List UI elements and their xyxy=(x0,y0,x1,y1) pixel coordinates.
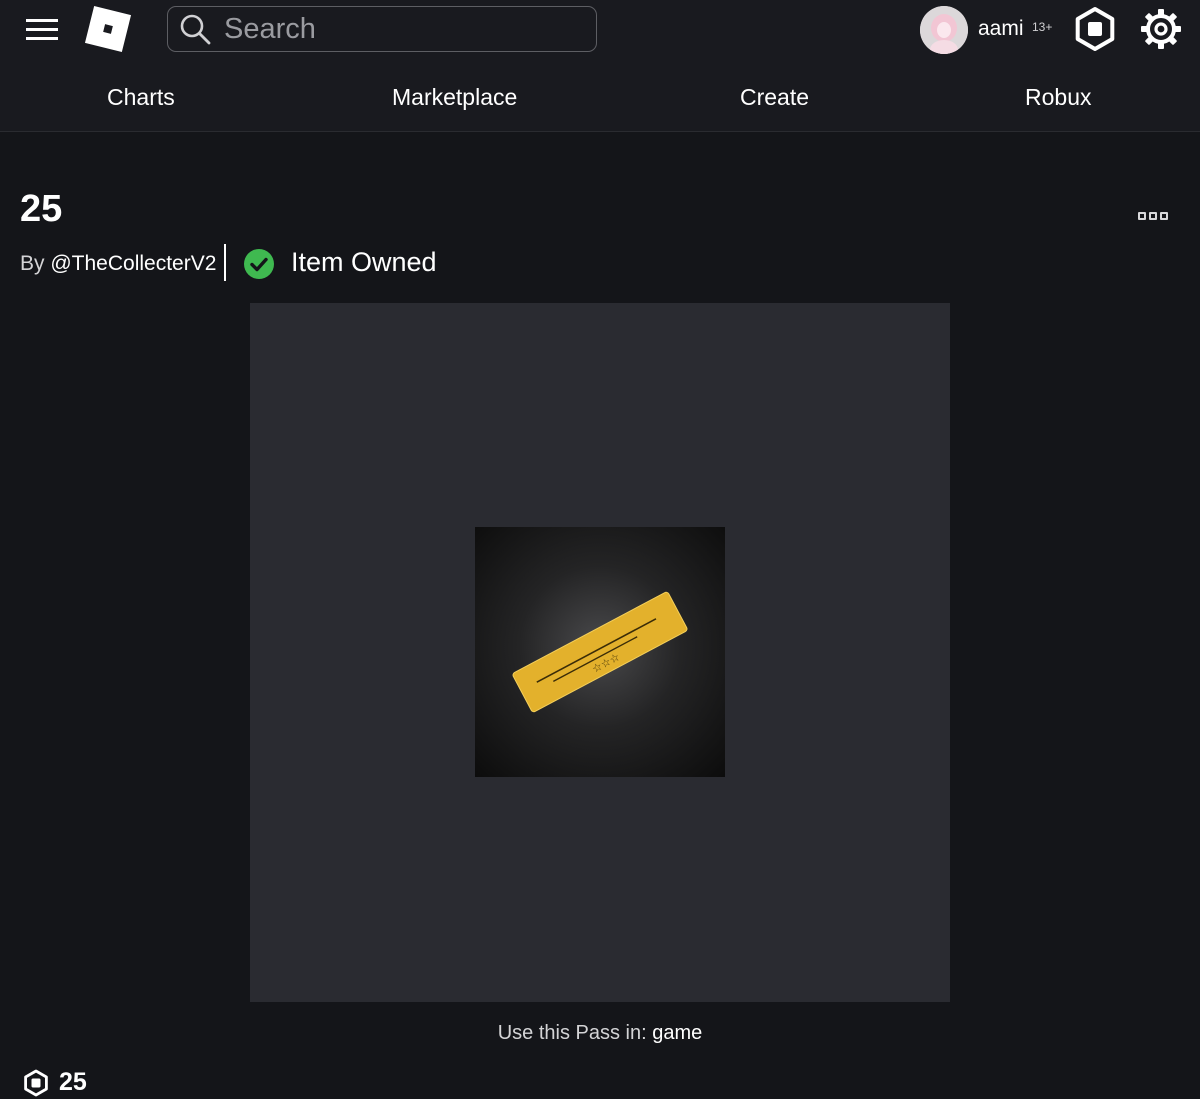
use-pass-info: Use this Pass in: game xyxy=(0,1022,1200,1045)
menu-icon[interactable] xyxy=(24,16,60,42)
top-bar: aami 13+ Charts Marketplace Create Robux xyxy=(0,0,1200,132)
creator-line: By @TheCollecterV2 xyxy=(20,252,216,276)
nav-robux[interactable]: Robux xyxy=(1025,84,1091,111)
more-dot xyxy=(1138,212,1146,220)
game-link[interactable]: game xyxy=(652,1022,702,1044)
roblox-logo-icon[interactable] xyxy=(84,5,132,53)
more-dot xyxy=(1149,212,1157,220)
robux-icon xyxy=(24,1069,48,1096)
item-thumbnail: ☆☆☆ xyxy=(475,527,725,777)
age-badge: 13+ xyxy=(1032,20,1053,34)
price: 25 xyxy=(22,1068,87,1097)
ticket-icon: ☆☆☆ xyxy=(512,591,688,713)
more-options-icon[interactable] xyxy=(1138,212,1172,222)
divider xyxy=(224,244,226,281)
username[interactable]: aami xyxy=(978,17,1024,41)
search-bar[interactable] xyxy=(167,6,597,52)
item-media-panel: ☆☆☆ xyxy=(250,303,950,1002)
search-input[interactable] xyxy=(224,12,584,46)
creator-link[interactable]: @TheCollecterV2 xyxy=(50,252,216,275)
search-icon xyxy=(180,14,211,45)
check-circle-icon xyxy=(243,248,275,280)
robux-icon[interactable] xyxy=(1072,6,1118,52)
price-amount: 25 xyxy=(59,1068,87,1096)
nav-charts[interactable]: Charts xyxy=(107,84,175,111)
avatar[interactable] xyxy=(920,6,968,54)
use-pass-prefix: Use this Pass in: xyxy=(497,1022,647,1044)
nav-marketplace[interactable]: Marketplace xyxy=(392,84,517,111)
item-title: 25 xyxy=(20,188,63,230)
item-owned-label: Item Owned xyxy=(291,247,437,277)
more-dot xyxy=(1160,212,1168,220)
nav-create[interactable]: Create xyxy=(740,84,809,111)
gear-icon[interactable] xyxy=(1138,6,1184,52)
by-prefix: By xyxy=(20,252,45,275)
